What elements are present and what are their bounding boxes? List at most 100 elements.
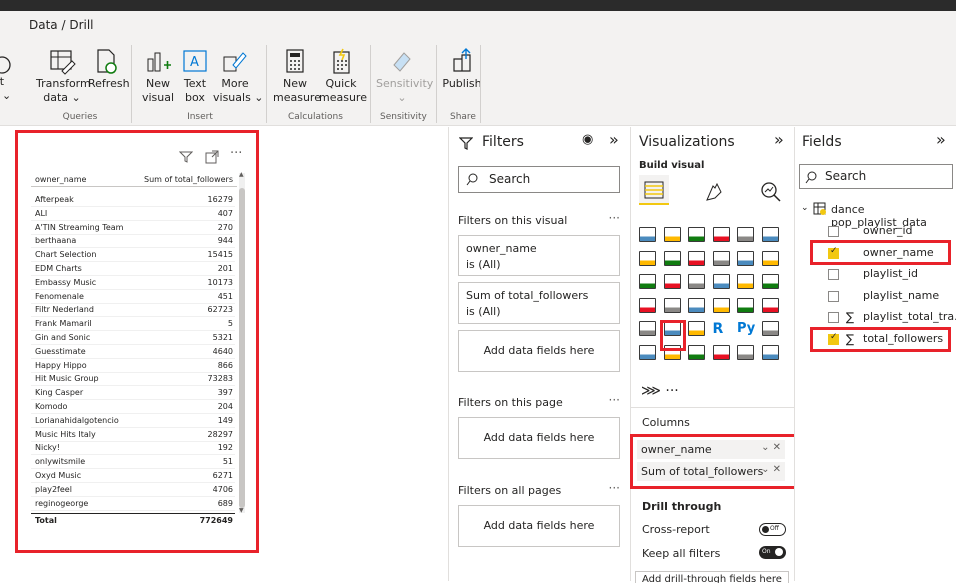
- refresh-button[interactable]: Refresh: [88, 47, 130, 91]
- matrix-icon[interactable]: [688, 321, 705, 336]
- card-icon[interactable]: [712, 297, 730, 313]
- python-icon[interactable]: Py: [737, 321, 755, 336]
- sensitivity-button[interactable]: Sensitivity ⌄: [376, 47, 433, 105]
- power-apps-icon[interactable]: [737, 344, 754, 360]
- map-icon[interactable]: [639, 297, 656, 313]
- field-item[interactable]: playlist_total_tra...: [863, 310, 956, 323]
- new-visual-button[interactable]: New visual: [140, 47, 176, 105]
- build-visual-tab[interactable]: [639, 175, 669, 205]
- keep-filters-toggle[interactable]: On: [759, 546, 786, 559]
- table-row[interactable]: Fenomenale 451: [31, 290, 235, 304]
- filled-map-icon[interactable]: [663, 297, 681, 313]
- format-visual-icon[interactable]: [704, 182, 726, 204]
- table-row[interactable]: Chart Selection 15415: [31, 248, 235, 263]
- filter-card-owner-name[interactable]: owner_name is (All): [458, 235, 620, 276]
- column-header-owner-name[interactable]: owner_name: [35, 175, 86, 184]
- key-influencers-icon[interactable]: [761, 321, 779, 336]
- collapse-fields-icon[interactable]: »: [936, 130, 946, 149]
- tab-data-drill[interactable]: Data / Drill: [17, 11, 106, 40]
- table-row[interactable]: EDM Charts 201: [31, 262, 235, 276]
- add-all-pages-filter-drop[interactable]: Add data fields here: [458, 505, 620, 547]
- clustered-column-icon[interactable]: [712, 227, 730, 242]
- table-row[interactable]: Filtr Nederland 62723: [31, 303, 235, 318]
- collapse-viz-icon[interactable]: »: [774, 130, 784, 149]
- table-row[interactable]: Hit Music Group 73283: [31, 372, 235, 387]
- ribbon-icon[interactable]: [761, 250, 779, 266]
- column-header-followers[interactable]: Sum of total_followers: [144, 175, 233, 184]
- fields-search-input[interactable]: Search: [799, 164, 953, 189]
- field-item[interactable]: playlist_name: [863, 289, 939, 302]
- decomp-tree-icon[interactable]: [639, 344, 656, 360]
- table-row[interactable]: Nicky! 192: [31, 441, 235, 456]
- table-row[interactable]: Lorianahidalgotencio 149: [31, 414, 235, 428]
- scatter-icon[interactable]: [688, 274, 705, 289]
- funnel-icon[interactable]: [663, 274, 681, 289]
- line-stacked-icon[interactable]: [737, 250, 754, 266]
- line-column-icon[interactable]: [712, 250, 730, 266]
- field-checkbox[interactable]: [828, 290, 839, 302]
- table-row[interactable]: Afterpeak 16279: [31, 193, 235, 207]
- more-options-icon[interactable]: ···: [609, 211, 620, 225]
- table-row[interactable]: Komodo 204: [31, 400, 235, 414]
- 100-column-icon[interactable]: [761, 227, 779, 242]
- publish-button[interactable]: Publish: [442, 47, 482, 91]
- smart-narrative-icon[interactable]: [712, 344, 730, 360]
- table-row[interactable]: A'TIN Streaming Team 270: [31, 221, 235, 235]
- stacked-column-icon[interactable]: [663, 227, 681, 242]
- field-checkbox[interactable]: [828, 226, 839, 237]
- table-row[interactable]: play2feel 4706: [31, 483, 235, 497]
- scroll-down-icon[interactable]: ▼: [239, 507, 244, 514]
- focus-mode-icon[interactable]: [205, 150, 219, 164]
- area-icon[interactable]: [663, 250, 681, 266]
- cross-report-toggle[interactable]: Off: [759, 523, 786, 536]
- expand-table-icon[interactable]: ⌄: [801, 203, 809, 213]
- stacked-area-icon[interactable]: [688, 250, 705, 266]
- more-visuals-button[interactable]: More visuals ⌄: [213, 47, 264, 105]
- table-row[interactable]: berthaana 944: [31, 234, 235, 249]
- gauge-icon[interactable]: [688, 297, 705, 313]
- table-scrollbar-thumb[interactable]: [239, 188, 245, 508]
- filter-card-followers[interactable]: Sum of total_followers is (All): [458, 282, 620, 324]
- filters-search-input[interactable]: Search: [458, 166, 620, 193]
- kpi-icon[interactable]: [761, 297, 779, 313]
- table-row[interactable]: onlywitsmile 51: [31, 455, 235, 470]
- stacked-bar-icon[interactable]: [639, 227, 656, 242]
- waterfall-icon[interactable]: [639, 274, 656, 289]
- table-row[interactable]: Gin and Sonic 5321: [31, 331, 235, 345]
- transform-data-button[interactable]: Transform data ⌄: [36, 47, 91, 105]
- r-script-icon[interactable]: R: [713, 321, 730, 337]
- more-options-icon[interactable]: ···: [609, 481, 620, 495]
- field-item[interactable]: playlist_id: [863, 267, 918, 280]
- paginated-icon[interactable]: [688, 344, 705, 360]
- table-row[interactable]: ALI 407: [31, 207, 235, 221]
- pie-icon[interactable]: [712, 274, 730, 289]
- table-row[interactable]: Happy Hippo 866: [31, 359, 235, 373]
- slicer-icon[interactable]: [639, 321, 656, 336]
- table-row[interactable]: Music Hits Italy 28297: [31, 428, 235, 442]
- text-box-button[interactable]: A Text box: [180, 47, 210, 105]
- eye-icon[interactable]: ◉: [582, 132, 593, 147]
- new-element-button[interactable]: ent es ⌄: [0, 47, 14, 103]
- line-icon[interactable]: [639, 250, 656, 266]
- add-visual-filter-drop[interactable]: Add data fields here: [458, 330, 620, 372]
- table-row[interactable]: Oxyd Music 6271: [31, 469, 235, 483]
- treemap-icon[interactable]: [761, 274, 779, 289]
- field-checkbox[interactable]: [828, 269, 839, 281]
- power-automate-icon[interactable]: [761, 344, 779, 360]
- more-options-icon[interactable]: ···: [609, 393, 620, 407]
- more-visual-types-icon[interactable]: ⋙ ···: [641, 383, 679, 399]
- new-measure-button[interactable]: New measure: [273, 47, 321, 105]
- multirow-card-icon[interactable]: [737, 297, 754, 313]
- table-row[interactable]: reginogeorge 689: [31, 497, 235, 511]
- table-visual[interactable]: ··· owner_name Sum of total_followers Af…: [27, 143, 247, 529]
- table-row[interactable]: Frank Mamaril 5: [31, 317, 235, 332]
- collapse-filters-icon[interactable]: »: [609, 130, 619, 149]
- quick-measure-button[interactable]: Quick measure: [319, 47, 367, 105]
- drill-through-drop[interactable]: Add drill-through fields here: [635, 571, 789, 583]
- table-row[interactable]: Guesstimate 4640: [31, 345, 235, 359]
- table-row[interactable]: Embassy Music 10173: [31, 276, 235, 290]
- clustered-bar-icon[interactable]: [688, 227, 705, 242]
- add-page-filter-drop[interactable]: Add data fields here: [458, 417, 620, 459]
- field-checkbox[interactable]: [828, 312, 839, 324]
- field-item[interactable]: owner_id: [863, 224, 913, 237]
